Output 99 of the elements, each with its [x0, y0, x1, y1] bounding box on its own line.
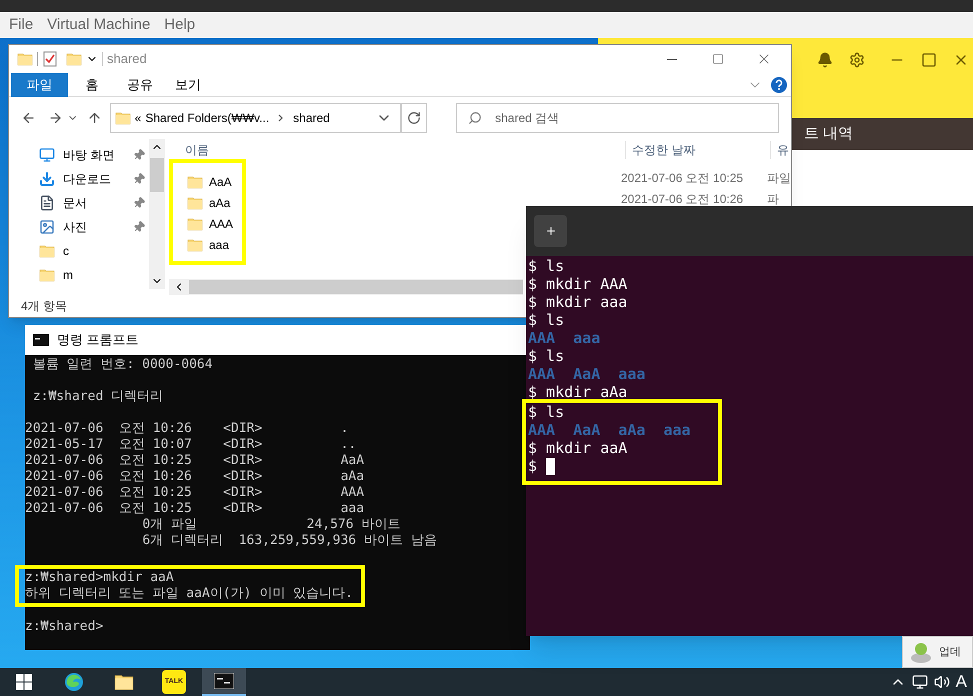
scroll-thumb[interactable]: [150, 158, 164, 192]
search-field[interactable]: shared 검색: [456, 103, 779, 133]
folder-icon: [39, 243, 55, 259]
status-text: 4개 항목: [21, 298, 68, 315]
chevron-right-icon: [277, 114, 286, 122]
console-line: 2021-07-06 오전 10:26 <DIR> aAa: [25, 469, 364, 485]
command-line: $ ls: [528, 347, 564, 365]
download-icon: [39, 171, 55, 187]
console-line: 6개 디렉터리 163,259,559,936 바이트 남음: [141, 533, 437, 549]
new-folder-icon: [66, 51, 82, 67]
picture-icon: [39, 219, 55, 235]
console-line: 볼륨 일련 번호: 0000-0064: [32, 357, 213, 373]
folder-icon: [17, 51, 33, 67]
properties-icon[interactable]: [42, 51, 58, 67]
folder-icon: [187, 174, 203, 190]
search-icon: [468, 111, 482, 125]
breadcrumb-item[interactable]: Shared Folders(₩₩v...: [145, 109, 270, 127]
volume-icon[interactable]: [934, 674, 950, 690]
console-line: z:₩shared 디렉터리: [32, 389, 164, 405]
command-line: $ mkdir aAa: [528, 383, 628, 401]
ribbon-tab[interactable]: 공유: [116, 72, 164, 96]
navigation-item[interactable]: 다운로드: [39, 167, 149, 191]
forward-icon[interactable]: [48, 110, 64, 126]
maximize-icon: [712, 53, 724, 65]
console-icon: [33, 334, 49, 346]
console-line: 2021-07-06 오전 10:26 <DIR> .: [25, 421, 348, 437]
ribbon-tab[interactable]: 파일: [11, 72, 68, 96]
directory-listing: AAA aaa: [528, 329, 600, 347]
monitor-icon: [39, 147, 55, 163]
command-line: $ mkdir aaa: [528, 293, 628, 311]
window-title: shared: [107, 50, 147, 68]
folder-icon: [187, 194, 203, 210]
menu-item[interactable]: File: [4, 14, 38, 36]
refresh-icon: [406, 111, 421, 125]
scroll-thumb[interactable]: [189, 280, 523, 294]
bell-icon[interactable]: [817, 52, 833, 68]
type-cell-text: 파: [767, 190, 779, 208]
command-line: $ ls: [528, 257, 564, 275]
window-title: 명령 프롬프트: [57, 331, 139, 350]
console-line: 2021-07-06 오전 10:25 <DIR> AAA: [25, 485, 364, 501]
console-icon: [214, 673, 234, 689]
folder-icon: [114, 110, 131, 126]
figure-icon: [909, 640, 933, 664]
command-line: $ mkdir aaA: [528, 439, 628, 457]
ribbon-tab[interactable]: 홈: [68, 72, 116, 96]
maximize-icon[interactable]: [921, 52, 937, 68]
menu-item[interactable]: Virtual Machine: [42, 14, 156, 36]
overflow-marker[interactable]: «: [134, 109, 142, 127]
tab-label[interactable]: 트 내역: [804, 122, 854, 146]
file-row[interactable]: AaA: [187, 171, 242, 192]
console-line: 0개 파일 24,576 바이트: [141, 517, 400, 533]
navigation-item[interactable]: 사진: [39, 215, 149, 239]
column-header[interactable]: 유: [770, 141, 789, 159]
up-icon[interactable]: [86, 110, 102, 126]
navigation-item[interactable]: c: [39, 239, 149, 263]
navigation-item[interactable]: m: [39, 263, 149, 287]
console-line: 하위 디렉터리 또는 파일 aaA이(가) 이미 있습니다.: [25, 586, 353, 602]
vertical-scrollbar[interactable]: [149, 139, 165, 289]
console-line: z:₩shared>mkdir aaA: [25, 570, 174, 586]
command-line: $ mkdir AAA: [528, 275, 628, 293]
console-line: z:₩shared>: [25, 619, 104, 635]
file-row[interactable]: aaa: [187, 234, 242, 255]
notification-text: 업데: [939, 644, 961, 660]
help-icon[interactable]: [771, 76, 787, 92]
column-header[interactable]: 수정한 날짜: [625, 141, 770, 159]
browser-icon: [64, 672, 84, 692]
horizontal-scrollbar[interactable]: [169, 279, 523, 295]
navigation-item[interactable]: 바탕 화면: [39, 143, 149, 167]
back-icon[interactable]: [21, 110, 36, 126]
command-line: $ ls: [528, 311, 564, 329]
console-line: 2021-05-17 오전 10:07 <DIR> ..: [25, 437, 356, 453]
column-header[interactable]: 이름: [169, 141, 625, 159]
navigation-item[interactable]: 문서: [39, 191, 149, 215]
settings-icon[interactable]: [849, 52, 865, 68]
folder-icon: [187, 216, 203, 232]
file-row[interactable]: aAa: [187, 192, 242, 213]
command-line: $: [528, 457, 538, 475]
minimize-icon: [667, 58, 677, 60]
command-line: $ ls: [528, 403, 564, 421]
file-row[interactable]: AAA: [187, 213, 242, 234]
directory-listing: AAA AaA aAa aaa: [528, 421, 691, 439]
command-prompt-taskbar-button[interactable]: [202, 668, 246, 696]
menu-item[interactable]: Help: [159, 14, 200, 36]
breadcrumb-item[interactable]: shared: [293, 109, 330, 127]
document-icon: [39, 195, 55, 211]
ribbon-tab[interactable]: 보기: [164, 72, 212, 96]
input-method-indicator[interactable]: A: [956, 669, 967, 695]
date-cell-text: 2021-07-06 오전 10:26: [621, 190, 744, 208]
folder-icon: [39, 267, 55, 283]
console-line: 2021-07-06 오전 10:25 <DIR> aaa: [25, 501, 364, 517]
directory-listing: AAA AaA aaa: [528, 365, 646, 383]
type-cell-text: 파일: [767, 170, 791, 186]
refresh-button[interactable]: [400, 103, 428, 133]
date-cell-text: 2021-07-06 오전 10:25: [621, 170, 744, 186]
address-bar[interactable]: « Shared Folders(₩₩v... shared: [110, 103, 401, 133]
windows-logo-icon: [16, 674, 32, 690]
folder-icon: [187, 236, 203, 252]
console-line: 2021-07-06 오전 10:25 <DIR> AaA: [25, 453, 364, 469]
plus-icon: [544, 225, 556, 237]
